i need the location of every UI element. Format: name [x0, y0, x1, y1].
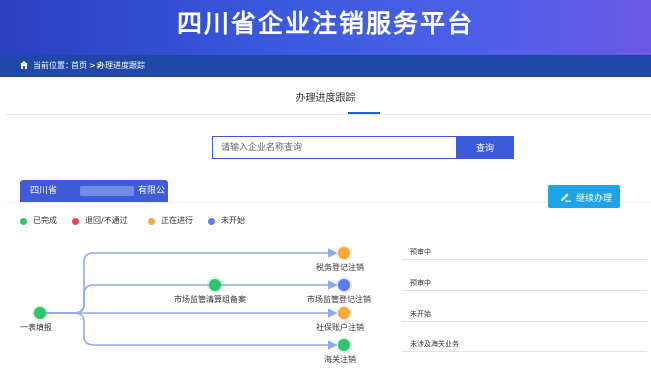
status-row-divider	[402, 321, 647, 322]
flow-node-step-2	[338, 279, 350, 291]
page-title: 办理进度跟踪	[295, 93, 356, 104]
edit-icon	[561, 193, 571, 202]
legend-rejected-label: 退回/不通过	[85, 216, 128, 225]
flow-step-4-status: 未涉及海关业务	[410, 340, 459, 348]
breadcrumb: 当前位置： 首页 >> 办理进度跟踪	[0, 55, 651, 77]
breadcrumb-home-link[interactable]: 首页	[71, 55, 87, 77]
flow-step-2-label: 市场监管登记注销	[307, 295, 371, 304]
continue-button-label: 继续办理	[576, 194, 613, 204]
status-row-divider	[402, 259, 647, 260]
legend-not-started-label: 未开始	[221, 216, 245, 225]
flow-step-1-label: 税务登记注销	[316, 263, 364, 272]
flow-step-3-status: 未开始	[410, 310, 431, 318]
home-icon	[20, 61, 28, 69]
company-name-redaction	[80, 186, 134, 196]
continue-processing-button[interactable]: 继续办理	[548, 185, 620, 208]
breadcrumb-current: 办理进度跟踪	[97, 61, 145, 70]
heading-divider	[6, 114, 651, 115]
breadcrumb-label: 当前位置：	[33, 61, 73, 70]
flow-start-label: 一表填报	[20, 323, 52, 332]
flow-step-3-label: 社保账户注销	[316, 323, 364, 332]
legend-in-progress-label: 正在进行	[161, 216, 193, 225]
legend-completed-dot	[20, 218, 27, 225]
flow-node-intermediate	[209, 279, 221, 291]
company-tab[interactable]: 四川省 有限公司	[20, 180, 168, 218]
flow-step-2-status: 预审中	[410, 279, 431, 287]
status-row-divider	[402, 351, 647, 352]
flow-step-1-status: 预审中	[410, 248, 431, 256]
platform-title: 四川省企业注销服务平台	[176, 9, 474, 38]
company-name-prefix: 四川省	[30, 186, 58, 196]
legend-not-started-dot	[208, 218, 215, 225]
header-banner: 四川省企业注销服务平台	[0, 0, 651, 55]
status-row-divider	[402, 290, 647, 291]
flow-node-start	[34, 307, 46, 319]
flow-node-step-4	[338, 339, 350, 351]
search-button[interactable]: 查询	[456, 136, 514, 159]
flow-intermediate-label: 市场监管清算组备案	[174, 295, 246, 304]
flow-node-step-3	[338, 307, 350, 319]
flow-node-step-1	[338, 247, 350, 259]
flow-step-4-label: 海关注销	[324, 355, 356, 364]
company-search-input[interactable]	[212, 136, 456, 159]
legend-in-progress-dot	[148, 218, 155, 225]
legend-rejected-dot	[72, 218, 79, 225]
legend-completed-label: 已完成	[33, 216, 57, 225]
